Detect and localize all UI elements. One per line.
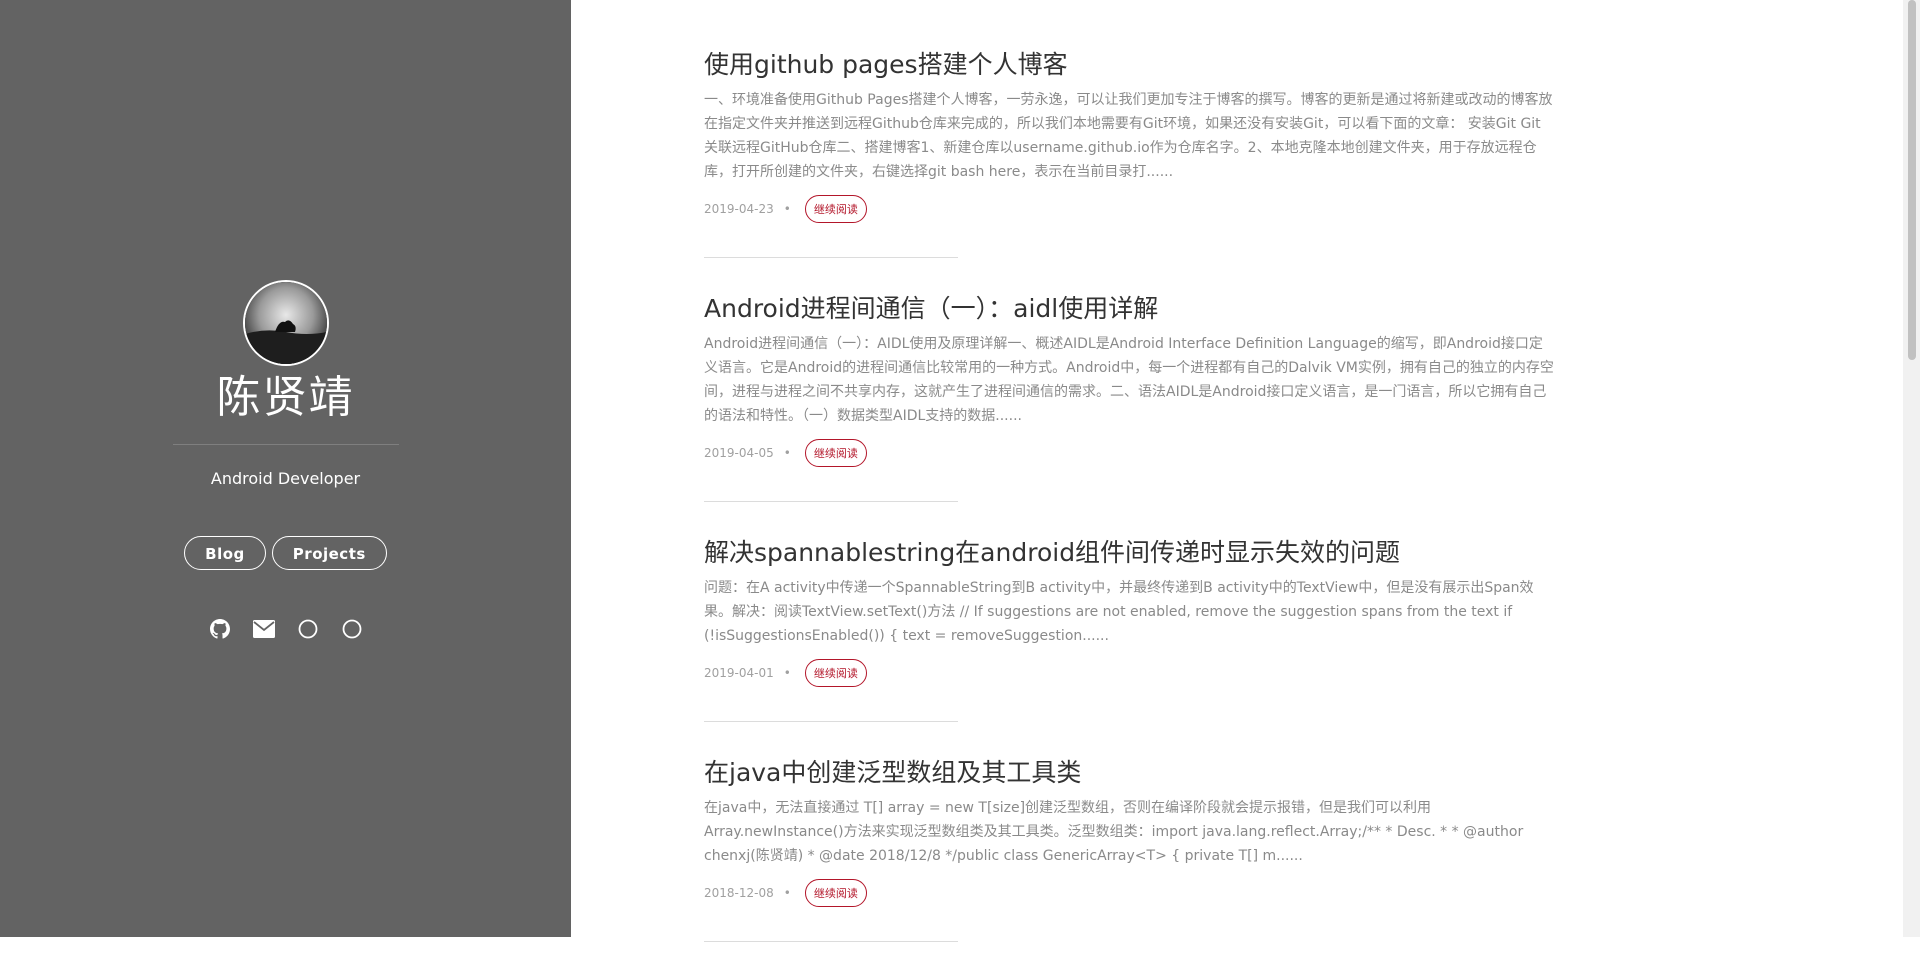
profile: 陈贤靖 Android Developer Blog Projects	[0, 280, 571, 640]
read-more-button[interactable]: 继续阅读	[804, 439, 867, 467]
post-list: 使用github pages搭建个人博客 一、环境准备使用Github Page…	[704, 48, 1554, 976]
divider	[172, 444, 399, 445]
post-meta: 2019-04-23 • 继续阅读	[704, 194, 1554, 224]
read-more-button[interactable]: 继续阅读	[804, 879, 867, 907]
post-meta: 2019-04-05 • 继续阅读	[704, 438, 1554, 468]
sidebar-nav: Blog Projects	[0, 536, 571, 570]
post-separator	[704, 501, 958, 502]
post-excerpt: 一、环境准备使用Github Pages搭建个人博客，一劳永逸，可以让我们更加专…	[704, 92, 1553, 180]
author-subtitle: Android Developer	[210, 469, 361, 488]
post-excerpt: 在java中，无法直接通过 T[] array = new T[size]创建泛…	[704, 800, 1524, 864]
post-title[interactable]: 在java中创建泛型数组及其工具类	[704, 756, 1554, 790]
post-meta: 2018-12-08 • 继续阅读	[704, 878, 1554, 908]
post-separator	[704, 257, 958, 258]
post-excerpt: Android进程间通信（一）：AIDL使用及原理详解一、概述AIDL是Andr…	[704, 336, 1554, 424]
sidebar: 陈贤靖 Android Developer Blog Projects	[0, 0, 571, 937]
post-item: 解决spannablestring在android组件间传递时显示失效的问题 问…	[704, 536, 1554, 722]
circle-icon[interactable]	[297, 618, 319, 640]
post-excerpt: 问题：在A activity中传递一个SpannableString到B act…	[704, 580, 1534, 644]
post-title[interactable]: 使用github pages搭建个人博客	[704, 48, 1554, 82]
circle-icon[interactable]	[341, 618, 363, 640]
avatar-image	[244, 282, 327, 364]
post-date: 2019-04-05	[704, 446, 774, 460]
read-more-button[interactable]: 继续阅读	[804, 659, 867, 687]
github-icon[interactable]	[209, 618, 231, 640]
post-date: 2018-12-08	[704, 886, 774, 900]
meta-dot: •	[783, 202, 791, 216]
post-date: 2019-04-01	[704, 666, 774, 680]
post-date: 2019-04-23	[704, 202, 774, 216]
post-item: 使用github pages搭建个人博客 一、环境准备使用Github Page…	[704, 48, 1554, 258]
scrollbar[interactable]	[1903, 0, 1920, 937]
blog-button[interactable]: Blog	[184, 536, 266, 570]
post-title[interactable]: Android进程间通信（一）：aidl使用详解	[704, 292, 1554, 326]
post-title[interactable]: 解决spannablestring在android组件间传递时显示失效的问题	[704, 536, 1554, 570]
post-item: 在java中创建泛型数组及其工具类 在java中，无法直接通过 T[] arra…	[704, 756, 1554, 942]
read-more-button[interactable]: 继续阅读	[804, 195, 867, 223]
envelope-icon[interactable]	[252, 618, 275, 640]
post-separator	[704, 941, 958, 942]
meta-dot: •	[783, 446, 791, 460]
scrollbar-thumb[interactable]	[1908, 0, 1916, 360]
post-item: Android进程间通信（一）：aidl使用详解 Android进程间通信（一）…	[704, 292, 1554, 502]
author-name: 陈贤靖	[216, 372, 355, 423]
social-links	[0, 618, 571, 640]
meta-dot: •	[783, 666, 791, 680]
meta-dot: •	[783, 886, 791, 900]
post-meta: 2019-04-01 • 继续阅读	[704, 658, 1554, 688]
projects-button[interactable]: Projects	[271, 536, 387, 570]
avatar[interactable]	[242, 280, 329, 366]
post-separator	[704, 721, 958, 722]
